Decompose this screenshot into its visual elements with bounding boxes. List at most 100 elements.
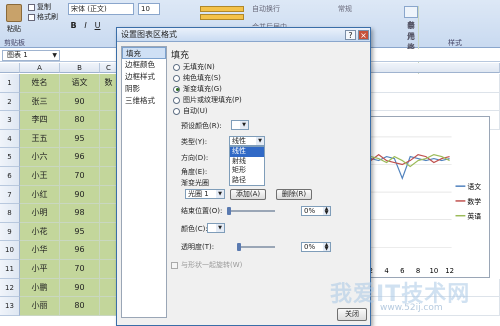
- font-size-select[interactable]: 10: [138, 3, 160, 15]
- row-header[interactable]: 11: [0, 260, 20, 279]
- table-cell[interactable]: 语文: [60, 74, 100, 93]
- nav-item-border-color[interactable]: 边框颜色: [122, 59, 166, 71]
- copy-button[interactable]: 复制: [28, 2, 58, 12]
- gradient-stop-select[interactable]: 光圈 1 ▼: [185, 189, 225, 199]
- table-cell[interactable]: 王五: [20, 129, 60, 149]
- x-tick-label: 12: [445, 267, 454, 275]
- stop-position-slider[interactable]: [227, 210, 275, 212]
- spinner-arrows-icon[interactable]: ▲ ▼: [323, 207, 330, 216]
- table-cell[interactable]: 98: [60, 204, 100, 223]
- table-cell[interactable]: 80: [60, 297, 100, 316]
- table-cell[interactable]: 小华: [20, 241, 60, 260]
- rotate-with-shape-checkbox[interactable]: 与形状一起旋转(W): [171, 260, 242, 270]
- row-header[interactable]: 4: [0, 129, 20, 149]
- table-cell[interactable]: 96: [60, 148, 100, 167]
- table-cell[interactable]: 张三: [20, 92, 60, 112]
- row-header[interactable]: 12: [0, 278, 20, 298]
- brush-icon: [28, 13, 35, 21]
- chevron-down-icon: ▼: [216, 224, 224, 232]
- table-cell[interactable]: 小丽: [20, 297, 60, 316]
- legend-label: 英语: [467, 212, 481, 221]
- row-header[interactable]: 9: [0, 222, 20, 242]
- table-cell[interactable]: 80: [60, 111, 100, 130]
- number-format-select[interactable]: 常规: [338, 4, 352, 14]
- row-header[interactable]: 8: [0, 204, 20, 223]
- column-header-a[interactable]: A: [20, 63, 60, 73]
- table-cell[interactable]: 小六: [20, 148, 60, 167]
- type-option-linear[interactable]: 线性: [230, 147, 264, 157]
- nav-item-border-style[interactable]: 边框样式: [122, 71, 166, 83]
- type-option-radial[interactable]: 射线: [230, 157, 264, 167]
- table-cell[interactable]: 90: [60, 92, 100, 112]
- nav-item-shadow[interactable]: 阴影: [122, 83, 166, 95]
- radio-gradient-fill[interactable]: 渐变填充(G): [173, 84, 222, 94]
- wrap-text-button[interactable]: 自动换行: [252, 4, 287, 14]
- table-cell[interactable]: 70: [60, 260, 100, 279]
- type-label: 类型(Y):: [181, 138, 208, 146]
- table-cell[interactable]: 李四: [20, 111, 60, 130]
- radio-solid-fill[interactable]: 纯色填充(S): [173, 73, 221, 83]
- nav-item-fill[interactable]: 填充: [122, 47, 166, 59]
- clipboard-icon: [6, 4, 22, 22]
- nav-item-3d-format[interactable]: 三维格式: [122, 95, 166, 107]
- preset-colors-button[interactable]: ▼: [231, 120, 249, 130]
- row-header[interactable]: 3: [0, 111, 20, 130]
- table-cell[interactable]: 96: [60, 241, 100, 260]
- transparency-thumb[interactable]: [237, 243, 241, 251]
- table-cell[interactable]: [371, 74, 500, 93]
- row-header[interactable]: 7: [0, 185, 20, 205]
- underline-button[interactable]: U: [92, 19, 103, 30]
- row-header[interactable]: 1: [0, 74, 20, 93]
- column-header-b[interactable]: B: [60, 63, 100, 73]
- x-tick-label: 10: [429, 267, 438, 275]
- row-header[interactable]: 5: [0, 148, 20, 167]
- bold-button[interactable]: B: [68, 19, 79, 30]
- table-cell[interactable]: 小鹏: [20, 278, 60, 298]
- close-icon[interactable]: ×: [358, 30, 369, 40]
- spinner-arrows-icon[interactable]: ▲ ▼: [323, 243, 330, 252]
- row-header[interactable]: 6: [0, 167, 20, 186]
- row-header[interactable]: 2: [0, 92, 20, 112]
- row-header[interactable]: 13: [0, 297, 20, 316]
- chevron-down-icon[interactable]: ▼: [52, 51, 57, 60]
- format-painter-button[interactable]: 格式刷: [28, 12, 58, 22]
- table-cell[interactable]: 姓名: [20, 74, 60, 93]
- table-cell[interactable]: 小王: [20, 167, 60, 186]
- row-header[interactable]: 10: [0, 241, 20, 260]
- font-name-select[interactable]: 宋体 (正文): [68, 3, 134, 15]
- add-stop-button[interactable]: 添加(A): [230, 189, 266, 200]
- name-box[interactable]: 图表 1 ▼: [2, 50, 60, 61]
- stop-position-thumb[interactable]: [227, 207, 231, 215]
- table-cell[interactable]: 95: [60, 222, 100, 242]
- table-cell[interactable]: 小花: [20, 222, 60, 242]
- color-picker-button[interactable]: ▼: [207, 223, 225, 233]
- paste-button[interactable]: 粘贴: [2, 2, 26, 42]
- type-option-rectangular[interactable]: 矩形: [230, 166, 264, 176]
- line-chart[interactable]: 24681012 语文数学英语: [356, 116, 490, 278]
- transparency-label: 透明度(T):: [181, 243, 215, 251]
- align-icon[interactable]: [200, 6, 244, 12]
- stop-position-input[interactable]: 0% ▲ ▼: [301, 206, 331, 216]
- dialog-nav: 填充 边框颜色 边框样式 阴影 三维格式: [121, 46, 167, 318]
- italic-button[interactable]: I: [80, 19, 91, 30]
- transparency-input[interactable]: 0% ▲ ▼: [301, 242, 331, 252]
- select-all-corner[interactable]: [0, 63, 20, 73]
- table-cell[interactable]: 95: [60, 129, 100, 149]
- table-cell[interactable]: 小平: [20, 260, 60, 279]
- table-cell[interactable]: 70: [60, 167, 100, 186]
- radio-no-fill[interactable]: 无填充(N): [173, 62, 215, 72]
- radio-auto-fill[interactable]: 自动(U): [173, 106, 208, 116]
- align-icon-2[interactable]: [200, 14, 244, 20]
- table-cell[interactable]: 小红: [20, 185, 60, 205]
- table-cell[interactable]: 小明: [20, 204, 60, 223]
- delete-stop-button[interactable]: 删除(R): [276, 189, 312, 200]
- table-cell[interactable]: 90: [60, 185, 100, 205]
- transparency-slider[interactable]: [237, 246, 275, 248]
- close-button[interactable]: 关闭: [337, 308, 367, 321]
- help-button[interactable]: ?: [345, 30, 356, 40]
- radio-picture-fill[interactable]: 图片或纹理填充(P): [173, 95, 242, 105]
- type-option-path[interactable]: 路径: [230, 176, 264, 186]
- table-cell[interactable]: [371, 92, 500, 112]
- type-select[interactable]: 线性 ▼: [229, 136, 265, 146]
- table-cell[interactable]: 90: [60, 278, 100, 298]
